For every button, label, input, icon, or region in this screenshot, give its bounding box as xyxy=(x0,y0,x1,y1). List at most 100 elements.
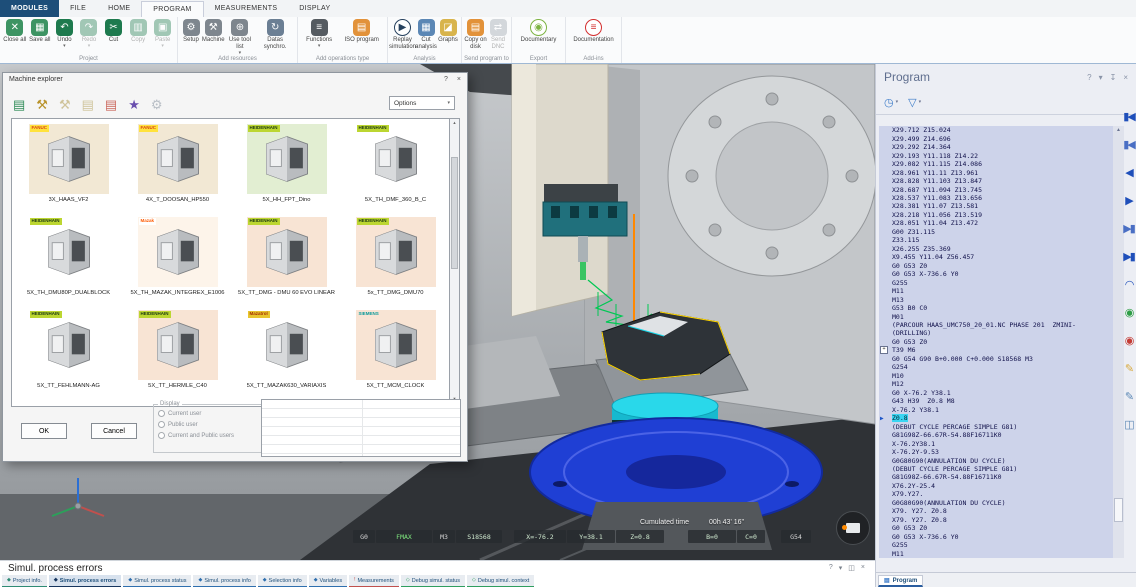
gcode-line[interactable]: G0 G53 Z0 xyxy=(879,338,1113,346)
menu-icon[interactable]: ▾ xyxy=(839,564,843,572)
delete-machine-icon[interactable]: ▤ xyxy=(105,98,117,111)
gcode-line[interactable]: G255 xyxy=(879,541,1113,549)
help-icon[interactable]: ? xyxy=(829,564,833,572)
paste-button[interactable]: ▣Paste▾ xyxy=(152,19,174,49)
gcode-line[interactable]: X-76.2 Y38.1 xyxy=(879,405,1113,413)
gcode-line[interactable]: G0 X-76.2 Y38.1 xyxy=(879,389,1113,397)
gcode-line[interactable]: G0G80G90(ANNULATION DU CYCLE) xyxy=(879,499,1113,507)
gcode-line[interactable]: G0G80G90(ANNULATION DU CYCLE) xyxy=(879,456,1113,464)
gcode-line[interactable]: G0 G53 X-736.6 Y0 xyxy=(879,270,1113,278)
expand-icon[interactable]: + xyxy=(880,346,888,354)
machine-properties-icon[interactable]: ▤ xyxy=(82,98,94,111)
gcode-line[interactable]: X76.2Y-25.4 xyxy=(879,482,1113,490)
ribbon-tab-modules[interactable]: MODULES xyxy=(0,0,59,17)
gcode-line[interactable]: M10 xyxy=(879,372,1113,380)
capture-button[interactable] xyxy=(836,511,870,545)
setup-button[interactable]: ⚙Setup xyxy=(180,19,202,44)
machine-wizard-icon[interactable]: ★ xyxy=(128,98,140,111)
gcode-line[interactable]: X79. Y27. Z0.8 xyxy=(879,507,1113,515)
machine-tile-5x-tt-dmg-dmu70[interactable]: HEIDENHAIN5x_TT_DMG_DMU70 xyxy=(341,214,450,307)
cut-analysis-button[interactable]: ▦Cut analysis xyxy=(415,19,437,51)
forward-to-stop-icon[interactable]: ▶▮ xyxy=(1123,224,1134,235)
add-stop-icon[interactable]: ◉ xyxy=(1125,308,1133,319)
gcode-line[interactable]: X26.255 Z35.369 xyxy=(879,245,1113,253)
edit-annotation-icon[interactable]: ✎ xyxy=(1125,392,1132,403)
menu-icon[interactable]: ▾ xyxy=(1099,73,1103,82)
gcode-line[interactable]: (DRILLING) xyxy=(879,329,1113,337)
gcode-line[interactable]: G00 Z31.115 xyxy=(879,228,1113,236)
gcode-line[interactable]: (DEBUT CYCLE PERCAGE SIMPLE G81) xyxy=(879,465,1113,473)
machine-tile-4x-t-doosan-hp550[interactable]: FANUC4X_T_DOOSAN_HP550 xyxy=(123,121,232,214)
redo-button[interactable]: ↷Redo▾ xyxy=(78,19,100,49)
machine-tile-5x-tt-hermle-c40[interactable]: HEIDENHAIN5X_TT_HERMLE_C40 xyxy=(123,307,232,400)
tab-program[interactable]: ▤ Program xyxy=(878,575,923,587)
machine-tile-5x-hh-fpt-dino[interactable]: HEIDENHAIN5X_HH_FPT_Dino xyxy=(232,121,341,214)
ribbon-tab-display[interactable]: DISPLAY xyxy=(288,0,341,17)
copy-button[interactable]: ▥Copy xyxy=(127,19,149,44)
go-to-start-icon[interactable]: ▮◀ xyxy=(1123,112,1134,123)
play-forward-icon[interactable]: ▶ xyxy=(1125,196,1131,207)
gcode-line[interactable]: X28.961 Y11.11 Z13.961 xyxy=(879,168,1113,176)
iso-program-button[interactable]: ▤ISO program xyxy=(344,19,378,44)
gcode-line[interactable]: (DEBUT CYCLE PERCAGE SIMPLE G81) xyxy=(879,422,1113,430)
send-dnc-button[interactable]: ⇄Send DNC xyxy=(487,19,509,51)
play-backward-icon[interactable]: ◀ xyxy=(1125,168,1131,179)
gcode-line[interactable]: M11 xyxy=(879,549,1113,557)
gcode-line[interactable]: G81G98Z-66.67R-54.88F16711K0 xyxy=(879,431,1113,439)
tab-debug-simul-status[interactable]: ◇Debug simul. status xyxy=(401,575,465,587)
gcode-line[interactable]: G0 G54 G90 B+0.000 C+0.000 S18568 M3 xyxy=(879,355,1113,363)
datas-synchro-button[interactable]: ↻Datas synchro. xyxy=(255,19,295,51)
use-tool-list-button[interactable]: ⊕Use tool list▾ xyxy=(225,19,256,56)
graphs-button[interactable]: ◪Graphs xyxy=(437,19,459,44)
machine-settings-icon[interactable]: ⚙ xyxy=(151,98,163,111)
gcode-line[interactable]: M01 xyxy=(879,312,1113,320)
replay-simulation-button[interactable]: ▶Replay simulation xyxy=(390,19,415,51)
machine-tile-5x-tt-fehlmann-ag[interactable]: HEIDENHAIN5X_TT_FEHLMANN-AG xyxy=(14,307,123,400)
ok-button[interactable]: OK xyxy=(21,423,67,439)
scrollbar-thumb[interactable] xyxy=(1114,498,1123,522)
tab-variables[interactable]: ◆Variables xyxy=(309,575,347,587)
gcode-line[interactable]: G254 xyxy=(879,363,1113,371)
machine-tile-5x-th-dmf-360-b-c[interactable]: HEIDENHAIN5X_TH_DMF_360_B_C xyxy=(341,121,450,214)
import-machine-icon[interactable]: ⚒ xyxy=(36,98,48,111)
gcode-listing[interactable]: X29.712 Z15.024X29.499 Z14.696X29.292 Z1… xyxy=(879,126,1113,558)
gcode-line[interactable]: X79. Y27. Z0.8 xyxy=(879,516,1113,524)
tab-selection-info[interactable]: ◆Selection info xyxy=(258,575,307,587)
rewind-to-stop-icon[interactable]: ▮◀ xyxy=(1123,140,1134,151)
gcode-line[interactable]: +T39 M6 xyxy=(879,346,1113,354)
tab-project-info[interactable]: ◆Project info. xyxy=(2,575,47,587)
machine-tile-5x-tt-mcm-clock[interactable]: SIEMENS5X_TT_MCM_CLOCK xyxy=(341,307,450,400)
close-all-button[interactable]: ✕Close all xyxy=(3,19,26,44)
gcode-line[interactable]: X-76.2Y38.1 xyxy=(879,439,1113,447)
material-removal-icon[interactable]: ◠ xyxy=(1125,280,1133,291)
gcode-line[interactable]: X28.537 Y11.083 Z13.656 xyxy=(879,194,1113,202)
documentation-button[interactable]: ≡Documentation xyxy=(574,19,614,44)
gcode-line[interactable]: X28.051 Y11.04 Z13.472 xyxy=(879,219,1113,227)
tab-simul-process-status[interactable]: ◆Simul. process status xyxy=(123,575,191,587)
remove-stop-icon[interactable]: ◉ xyxy=(1125,336,1133,347)
pin-icon[interactable]: ↧ xyxy=(1110,73,1117,82)
gcode-line[interactable]: X28.828 Y11.103 Z13.847 xyxy=(879,177,1113,185)
tab-debug-simul-context[interactable]: ◇Debug simul. context xyxy=(467,575,534,587)
gcode-line[interactable]: X28.687 Y11.094 Z13.745 xyxy=(879,185,1113,193)
gcode-line[interactable]: G53 B0 C0 xyxy=(879,304,1113,312)
gcode-line[interactable]: G255 xyxy=(879,278,1113,286)
gcode-line[interactable]: G0 G53 Z0 xyxy=(879,524,1113,532)
gcode-line[interactable]: X28.381 Y11.07 Z13.581 xyxy=(879,202,1113,210)
gcode-line[interactable]: ▶Z0.8 xyxy=(879,414,1113,422)
help-icon[interactable]: ? xyxy=(1087,73,1091,82)
gcode-line[interactable]: X29.712 Z15.024 xyxy=(879,126,1113,134)
radio-public-user[interactable]: Public user xyxy=(158,419,260,430)
new-machine-icon[interactable]: ▤ xyxy=(13,98,25,111)
options-dropdown[interactable]: Options ▾ xyxy=(389,96,455,110)
save-all-button[interactable]: ▦Save all xyxy=(29,19,51,44)
gcode-line[interactable]: X29.193 Y11.118 Z14.22 xyxy=(879,151,1113,159)
gcode-line[interactable]: G81G98Z-66.67R-54.88F16711K0 xyxy=(879,473,1113,481)
save-icon[interactable]: ◫ xyxy=(1124,420,1132,431)
gcode-line[interactable]: M11 xyxy=(879,287,1113,295)
gcode-line[interactable]: X79.Y27. xyxy=(879,490,1113,498)
float-icon[interactable]: ◫ xyxy=(848,564,855,572)
tab-simul-process-info[interactable]: ◆Simul. process info xyxy=(193,575,255,587)
gcode-line[interactable]: (PARCOUR HAAS_UMC750_20_01.NC PHASE 201 … xyxy=(879,321,1113,329)
gcode-line[interactable]: G0 G53 X-736.6 Y0 xyxy=(879,533,1113,541)
